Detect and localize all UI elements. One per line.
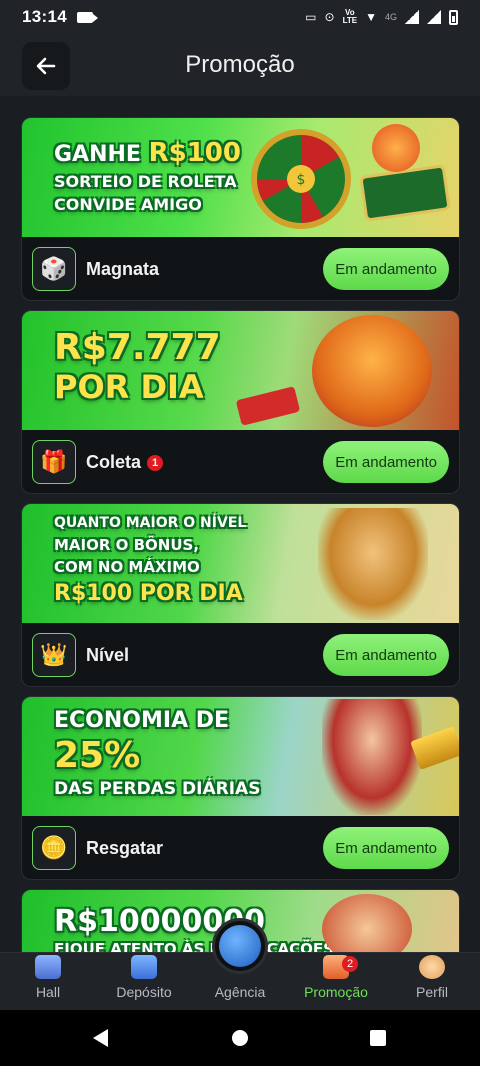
banner-subline-1: MAIOR O BÔNUS, [54,536,200,554]
banner-subline-1: SORTEIO DE ROLETA [54,172,237,191]
banner-subline-3: R$100 POR DIA [54,581,243,606]
status-button[interactable]: Em andamento [323,441,449,483]
banner-headline: ECONOMIA DE [54,708,230,733]
promo-card-footer: 👑 Nível Em andamento [22,623,459,686]
home-circle-icon[interactable] [232,1030,248,1046]
cleopatra-graphic [318,508,428,620]
tiger-mascot-graphic [312,315,432,427]
home-icon [35,955,61,979]
tab-deposito[interactable]: Depósito [96,953,192,1010]
tiger-mascot-graphic [372,124,420,172]
banner-subline-1: POR DIA [54,368,204,406]
status-icons: ▭ ⊙ Vo LTE ▼ 4G [305,9,458,25]
promo-card-footer: 🪙 Resgatar Em andamento [22,816,459,879]
coins-icon: 🪙 [32,826,76,870]
promo-card-magnata[interactable]: GANHE R$100 SORTEIO DE ROLETA CONVIDE AM… [21,117,460,301]
status-button[interactable]: Em andamento [323,248,449,290]
promo-card-nivel[interactable]: QUANTO MAIOR O NÍVEL MAIOR O BÔNUS, COM … [21,503,460,687]
status-bar: 13:14 ▭ ⊙ Vo LTE ▼ 4G [0,0,480,34]
video-camera-icon [76,11,98,23]
handshake-icon [219,925,261,967]
promo-card-coleta[interactable]: R$7.777 POR DIA 🎁 Coleta 1 Em andamento [21,310,460,494]
promo-banner-roulette[interactable]: GANHE R$100 SORTEIO DE ROLETA CONVIDE AM… [22,118,459,237]
banner-subline-1: 25% [54,735,141,776]
notification-badge: 2 [342,956,358,972]
promo-label: Nível [86,644,130,665]
promo-label: Magnata [86,258,160,279]
arrow-left-icon [36,57,56,75]
banner-headline: R$7.777 [54,327,221,368]
status-time: 13:14 [22,7,67,26]
status-button[interactable]: Em andamento [323,827,449,869]
banner-headline: GANHE R$100 [54,138,241,168]
volte-indicator: Vo LTE [342,8,358,25]
roulette-wheel-icon: $ [251,129,351,229]
banner-subline-1: FIQUE ATENTO ÀS NOTIFICAÇÕES [54,940,334,952]
agency-handshake-button[interactable] [212,918,268,974]
app-header: Promoção [0,34,480,96]
wallet-icon [131,955,157,979]
page-title: Promoção [185,51,295,78]
promo-label: Resgatar [86,837,164,858]
banner-subline-2: COM NO MÁXIMO [54,558,200,576]
tab-perfil[interactable]: Perfil [384,953,480,1010]
red-envelope-graphic [235,386,301,426]
back-triangle-icon[interactable] [93,1029,108,1047]
status-button[interactable]: Em andamento [323,634,449,676]
pirate-girl-graphic [322,699,422,815]
promo-card-footer: 🎁 Coleta 1 Em andamento [22,430,459,493]
promo-card-footer: 🎲 Magnata Em andamento [22,237,459,300]
recents-square-icon[interactable] [370,1030,386,1046]
signal-icon [405,10,419,24]
battery-icon [449,9,458,25]
banner-subline-2: DAS PERDAS DIÁRIAS [54,779,261,799]
promo-banner-daily[interactable]: R$7.777 POR DIA [22,311,459,430]
promo-banner-cashback[interactable]: ECONOMIA DE 25% DAS PERDAS DIÁRIAS [22,697,459,816]
gift-hand-icon: 🎁 [32,440,76,484]
system-nav-bar [0,1010,480,1066]
svg-text:$: $ [297,172,306,188]
cast-icon: ▭ [305,10,317,24]
slot-sign-graphic [359,164,451,222]
network-type: 4G [384,12,397,22]
promotion-list[interactable]: GANHE R$100 SORTEIO DE ROLETA CONVIDE AM… [0,96,480,952]
notification-badge: 1 [147,454,164,471]
banner-headline: QUANTO MAIOR O NÍVEL [54,515,247,531]
crown-icon: 👑 [32,633,76,677]
wifi-icon: ▼ [365,10,377,24]
profile-icon [419,955,445,979]
signal-icon-2 [427,10,441,24]
promo-card-resgatar[interactable]: ECONOMIA DE 25% DAS PERDAS DIÁRIAS 🪙 Res… [21,696,460,880]
dice-icon: 🎲 [32,247,76,291]
promo-banner-level[interactable]: QUANTO MAIOR O NÍVEL MAIOR O BÔNUS, COM … [22,504,459,623]
location-icon: ⊙ [324,10,335,24]
tab-hall[interactable]: Hall [0,953,96,1010]
back-button[interactable] [22,42,70,90]
system-nav-icons [93,1029,386,1047]
tab-promocao[interactable]: 2 Promoção [288,953,384,1010]
cowgirl-graphic [322,894,412,952]
banner-subline-2: CONVIDE AMIGO [54,195,202,214]
promo-label: Coleta 1 [86,452,164,473]
